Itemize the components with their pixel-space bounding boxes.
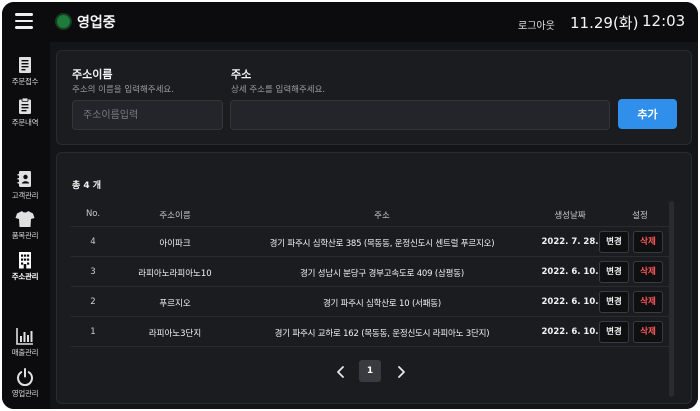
header-date: 생성날짜 — [554, 211, 586, 221]
sidebar: 주문접수 주문내역 고객관리 품목관리 주소관리 매출관리 영업관리 — [2, 42, 48, 409]
row-address: 경기 성남시 분당구 경부고속도로 409 (삼평동) — [300, 269, 464, 279]
bar-chart-icon — [16, 328, 33, 345]
order-receipt-icon — [19, 57, 31, 73]
row-name: 라피아노라피아노10 — [138, 269, 212, 279]
logout-link[interactable]: 로그아웃 — [518, 17, 555, 32]
delete-button[interactable]: 삭제 — [633, 291, 663, 313]
power-icon — [17, 368, 33, 386]
table-header: No. 주소이름 주소 생성날짜 설정 — [71, 201, 669, 227]
sidebar-item-label: 품목관리 — [11, 231, 39, 240]
add-button[interactable]: 추가 — [618, 99, 677, 129]
row-address: 경기 파주시 심학산로 10 (서패동) — [322, 299, 442, 309]
sidebar-item-label: 주소관리 — [11, 272, 39, 281]
row-name: 아이파크 — [159, 239, 191, 249]
delete-button[interactable]: 삭제 — [633, 261, 663, 283]
header-settings: 설정 — [632, 211, 648, 221]
row-no: 4 — [90, 237, 96, 247]
sidebar-item-label: 주문접수 — [11, 77, 39, 86]
business-status: 영업중 — [77, 15, 116, 31]
row-no: 1 — [90, 327, 96, 337]
header-no: No. — [85, 209, 101, 219]
sidebar-item-items[interactable]: 품목관리 — [2, 210, 48, 241]
delete-button[interactable]: 삭제 — [633, 321, 663, 343]
row-name: 푸르지오 — [159, 299, 191, 309]
shirt-icon — [15, 211, 35, 227]
pagination: 1 — [57, 359, 693, 385]
sidebar-item-order-history[interactable]: 주문내역 — [2, 97, 48, 128]
row-address: 경기 파주시 교하로 162 (목동동, 운정신도시 라피아노 3단지) — [274, 329, 490, 339]
table-row: 2 푸르지오 경기 파주시 심학산로 10 (서패동) 2022. 6. 10.… — [71, 287, 669, 317]
address-name-description: 주소의 이름을 입력해주세요. — [72, 85, 174, 95]
change-button[interactable]: 변경 — [599, 261, 629, 283]
current-date: 11.29(화) — [570, 14, 639, 32]
address-name-title: 주소이름 — [72, 68, 113, 81]
table-row: 3 라피아노라피아노10 경기 성남시 분당구 경부고속도로 409 (삼평동)… — [71, 257, 669, 287]
sidebar-item-addresses[interactable]: 주소관리 — [2, 251, 48, 282]
header-name: 주소이름 — [159, 211, 191, 221]
row-address: 경기 파주시 심학산로 385 (목동동, 운정신도시 센트럴 푸르지오) — [269, 239, 495, 249]
total-count: 총 4 개 — [72, 181, 102, 191]
chevron-left-icon[interactable] — [334, 365, 348, 379]
chevron-right-icon[interactable] — [394, 365, 408, 379]
sidebar-item-label: 영업관리 — [11, 389, 39, 398]
app-window: 영업중 로그아웃 11.29(화) 12:03 주문접수 주문내역 고객관리 품… — [2, 2, 698, 409]
change-button[interactable]: 변경 — [599, 231, 629, 253]
address-list-panel: 총 4 개 No. 주소이름 주소 생성날짜 설정 4 아이파크 경기 파주시 … — [56, 152, 692, 404]
sidebar-item-order-receipt[interactable]: 주문접수 — [2, 56, 48, 87]
address-input[interactable] — [230, 100, 610, 130]
sidebar-item-sales[interactable]: 매출관리 — [2, 327, 48, 358]
address-description: 상세 주소를 입력해주세요. — [231, 85, 326, 95]
sidebar-item-business[interactable]: 영업관리 — [2, 368, 48, 399]
change-button[interactable]: 변경 — [599, 321, 629, 343]
address-title: 주소 — [231, 68, 252, 81]
change-button[interactable]: 변경 — [599, 291, 629, 313]
menu-icon[interactable] — [15, 13, 33, 29]
page-number[interactable]: 1 — [359, 360, 381, 382]
row-no: 3 — [90, 267, 96, 277]
table-row: 4 아이파크 경기 파주시 심학산로 385 (목동동, 운정신도시 센트럴 푸… — [71, 227, 669, 257]
main-content: 주소이름 주소의 이름을 입력해주세요. 주소 상세 주소를 입력해주세요. 추… — [50, 42, 698, 409]
clipboard-icon — [19, 97, 31, 114]
address-form-panel: 주소이름 주소의 이름을 입력해주세요. 주소 상세 주소를 입력해주세요. 추… — [56, 50, 692, 145]
sidebar-item-label: 고객관리 — [11, 191, 39, 200]
sidebar-item-label: 주문내역 — [11, 118, 39, 127]
row-no: 2 — [90, 297, 96, 307]
table-row: 1 라피아노3단지 경기 파주시 교하로 162 (목동동, 운정신도시 라피아… — [71, 317, 669, 347]
sidebar-item-customers[interactable]: 고객관리 — [2, 170, 48, 201]
status-indicator-icon — [57, 15, 70, 28]
top-bar: 영업중 로그아웃 11.29(화) 12:03 — [2, 2, 698, 42]
address-table: No. 주소이름 주소 생성날짜 설정 4 아이파크 경기 파주시 심학산로 3… — [71, 201, 669, 347]
header-address: 주소 — [374, 211, 390, 221]
building-icon — [19, 252, 31, 269]
row-name: 라피아노3단지 — [148, 329, 202, 339]
contact-book-icon — [17, 171, 31, 187]
address-name-input[interactable] — [72, 100, 223, 130]
sidebar-item-label: 매출관리 — [11, 348, 39, 357]
delete-button[interactable]: 삭제 — [633, 231, 663, 253]
current-time: 12:03 — [642, 12, 686, 30]
